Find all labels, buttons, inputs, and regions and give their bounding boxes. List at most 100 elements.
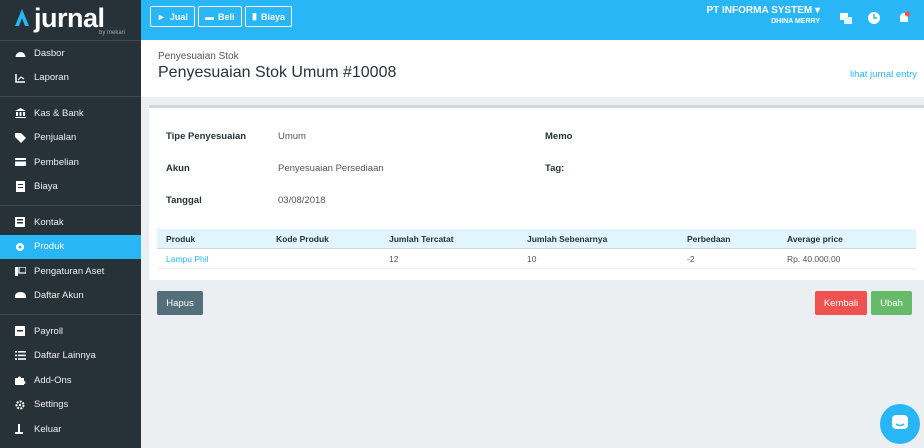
col-kode-produk: Kode Produk bbox=[276, 233, 329, 244]
sidebar-item-label: Penjualan bbox=[34, 132, 77, 144]
sidebar-item-add-ons[interactable]: Add-Ons bbox=[0, 368, 141, 393]
difference: -2 bbox=[687, 253, 695, 264]
tipe-value: Umum bbox=[278, 131, 306, 142]
cube-icon bbox=[14, 241, 26, 253]
book-icon bbox=[14, 290, 26, 302]
quick-beli-label: Beli bbox=[218, 11, 235, 22]
sidebar-item-label: Daftar Akun bbox=[34, 290, 84, 302]
nav-group-master: Kontak Produk Pengaturan Aset Daftar Aku… bbox=[0, 205, 141, 308]
nav-group-main: Dasbor Laporan bbox=[0, 40, 141, 90]
sidebar-item-daftar-lainnya[interactable]: Daftar Lainnya bbox=[0, 344, 141, 369]
average-price: Rp. 40.000,00 bbox=[787, 253, 841, 264]
sidebar-item-kas-bank[interactable]: Kas & Bank bbox=[0, 101, 141, 126]
tag-icon bbox=[14, 132, 26, 144]
tag-label: Tag: bbox=[545, 163, 565, 174]
quick-biaya-button[interactable]: ▮ Biaya bbox=[245, 6, 292, 27]
chat-icon bbox=[891, 414, 909, 435]
page-title: Penyesuaian Stok Umum #10008 bbox=[158, 64, 397, 81]
company-switcher[interactable]: PT INFORMA SYSTEM ▾ DHINA MERRY bbox=[706, 5, 820, 25]
back-button[interactable]: Kembali bbox=[815, 291, 867, 315]
sidebar-item-biaya[interactable]: Biaya bbox=[0, 175, 141, 200]
col-produk: Produk bbox=[166, 233, 196, 244]
view-journal-entry-link[interactable]: lihat jurnal entry bbox=[850, 69, 917, 80]
sidebar-item-pengaturan-aset[interactable]: Pengaturan Aset bbox=[0, 259, 141, 284]
quick-jual-button[interactable]: ► Jual bbox=[150, 6, 195, 27]
col-average-price: Average price bbox=[787, 233, 843, 244]
products-table: Produk Kode Produk Jumlah Tercatat Jumla… bbox=[157, 229, 916, 269]
logo-mark-icon bbox=[14, 4, 30, 32]
col-jumlah-tercatat: Jumlah Tercatat bbox=[389, 233, 454, 244]
col-perbedaan: Perbedaan bbox=[687, 233, 731, 244]
receipt-icon: ▮ bbox=[252, 11, 257, 21]
bank-icon bbox=[14, 107, 26, 119]
delete-button[interactable]: Hapus bbox=[157, 291, 203, 315]
sidebar-item-label: Produk bbox=[34, 241, 65, 253]
sidebar-item-kontak[interactable]: Kontak bbox=[0, 210, 141, 235]
sidebar-item-payroll[interactable]: Payroll bbox=[0, 319, 141, 344]
logo-byline: by mekari bbox=[98, 30, 125, 36]
sidebar-item-settings[interactable]: Settings bbox=[0, 393, 141, 418]
gear-icon bbox=[14, 399, 26, 411]
edit-button[interactable]: Ubah bbox=[871, 291, 912, 315]
contact-icon bbox=[14, 216, 26, 228]
sidebar-item-label: Laporan bbox=[34, 72, 69, 84]
sidebar-item-label: Kontak bbox=[34, 216, 64, 228]
tanggal-value: 03/08/2018 bbox=[278, 195, 326, 206]
page-header: Penyesuaian Stok Penyesuaian Stok Umum #… bbox=[141, 40, 924, 97]
table-row: Lampu Phil 12 10 -2 Rp. 40.000,00 bbox=[157, 249, 916, 269]
list-icon bbox=[14, 350, 26, 362]
chart-icon bbox=[14, 72, 26, 84]
quick-biaya-label: Biaya bbox=[260, 11, 285, 22]
clock-icon[interactable] bbox=[867, 11, 881, 25]
sidebar-item-label: Kas & Bank bbox=[34, 107, 84, 119]
sidebar-item-label: Daftar Lainnya bbox=[34, 350, 96, 362]
product-link[interactable]: Lampu Phil bbox=[166, 254, 209, 264]
sidebar-item-label: Payroll bbox=[34, 325, 64, 337]
sidebar-item-label: Add-Ons bbox=[34, 374, 72, 386]
col-jumlah-sebenarnya: Jumlah Sebenarnya bbox=[527, 233, 608, 244]
user-name: DHINA MERRY bbox=[771, 18, 820, 25]
jurnal-logo[interactable]: jurnal by mekari bbox=[0, 0, 141, 40]
sidebar-item-label: Pengaturan Aset bbox=[34, 265, 105, 277]
tipe-label: Tipe Penyesuaian bbox=[166, 131, 247, 142]
sidebar-item-label: Keluar bbox=[34, 423, 62, 435]
nav-group-transactions: Kas & Bank Penjualan Pembelian Biaya bbox=[0, 96, 141, 199]
akun-label: Akun bbox=[166, 163, 190, 174]
receipt-icon bbox=[14, 181, 26, 193]
sidebar-item-label: Biaya bbox=[34, 181, 58, 193]
chat-support-button[interactable] bbox=[880, 404, 920, 444]
sidebar: jurnal by mekari Dasbor Laporan Kas & Ba… bbox=[0, 0, 141, 448]
sidebar-item-penjualan[interactable]: Penjualan bbox=[0, 126, 141, 151]
nav-group-other: Payroll Daftar Lainnya Add-Ons Settings … bbox=[0, 314, 141, 442]
adjustment-details-panel: Tipe Penyesuaian Umum Akun Penyesuaian P… bbox=[149, 105, 924, 280]
sidebar-item-laporan[interactable]: Laporan bbox=[0, 66, 141, 91]
actual-qty: 10 bbox=[527, 253, 537, 264]
payroll-icon bbox=[14, 325, 26, 337]
sidebar-item-daftar-akun[interactable]: Daftar Akun bbox=[0, 284, 141, 309]
akun-value: Penyesuaian Persediaan bbox=[278, 163, 384, 174]
breadcrumb[interactable]: Penyesuaian Stok bbox=[158, 51, 239, 62]
quick-jual-label: Jual bbox=[169, 11, 188, 22]
logout-icon bbox=[14, 423, 26, 435]
tanggal-label: Tanggal bbox=[166, 195, 202, 206]
logo-text: jurnal bbox=[34, 3, 105, 33]
sidebar-item-dasbor[interactable]: Dasbor bbox=[0, 41, 141, 66]
notification-bell-icon[interactable] bbox=[897, 11, 911, 25]
sidebar-item-pembelian[interactable]: Pembelian bbox=[0, 150, 141, 175]
asset-icon bbox=[14, 265, 26, 277]
top-bar: ► Jual ▬ Beli ▮ Biaya PT INFORMA SYSTEM … bbox=[141, 0, 924, 40]
sidebar-item-keluar[interactable]: Keluar bbox=[0, 417, 141, 442]
card-icon bbox=[14, 156, 26, 168]
sidebar-item-produk[interactable]: Produk bbox=[0, 234, 141, 259]
dashboard-icon bbox=[14, 47, 26, 59]
sidebar-item-label: Dasbor bbox=[34, 47, 65, 59]
card-icon: ▬ bbox=[205, 11, 214, 22]
table-header-row: Produk Kode Produk Jumlah Tercatat Jumla… bbox=[157, 229, 916, 249]
sidebar-item-label: Settings bbox=[34, 399, 69, 411]
sidebar-item-label: Pembelian bbox=[34, 156, 79, 168]
tag-icon: ► bbox=[157, 11, 166, 22]
recorded-qty: 12 bbox=[389, 253, 399, 264]
language-icon[interactable] bbox=[839, 11, 853, 25]
company-name: PT INFORMA SYSTEM ▾ bbox=[706, 5, 820, 16]
quick-beli-button[interactable]: ▬ Beli bbox=[198, 6, 242, 27]
